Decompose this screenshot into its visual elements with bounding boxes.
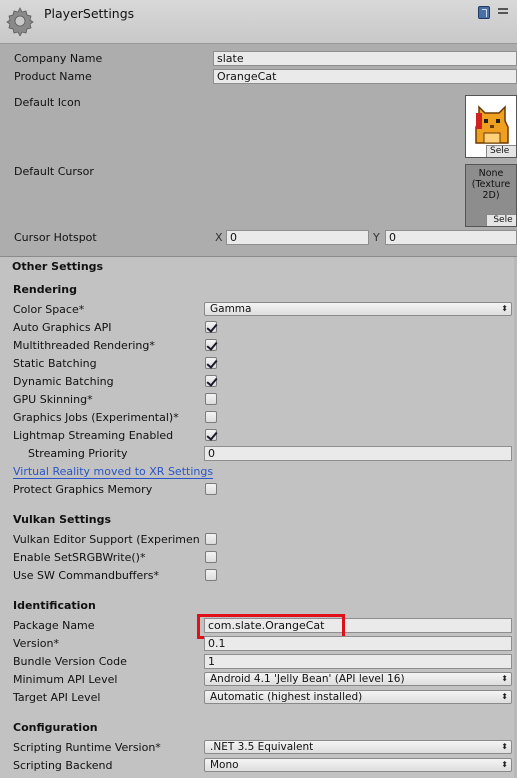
color-space-dropdown[interactable]: Gamma ⬍ xyxy=(204,302,512,316)
lightmap-streaming-label: Lightmap Streaming Enabled xyxy=(13,429,174,442)
version-field[interactable]: 0.1 xyxy=(204,636,512,651)
configuration-header: Configuration xyxy=(13,721,98,734)
chevron-updown-icon: ⬍ xyxy=(501,692,508,701)
vulkan-editor-support-checkbox[interactable] xyxy=(205,533,217,545)
settings-menu-icon[interactable] xyxy=(498,6,508,19)
page-title: PlayerSettings xyxy=(44,6,135,21)
hotspot-y-label: Y xyxy=(373,231,380,244)
gear-icon xyxy=(6,7,34,36)
company-name-label: Company Name xyxy=(14,52,103,65)
hotspot-x-field[interactable]: 0 xyxy=(226,230,369,245)
chevron-updown-icon: ⬍ xyxy=(501,304,508,313)
scripting-runtime-dropdown[interactable]: .NET 3.5 Equivalent ⬍ xyxy=(204,740,512,754)
package-name-label: Package Name xyxy=(13,619,95,632)
chevron-updown-icon: ⬍ xyxy=(501,760,508,769)
graphics-jobs-label: Graphics Jobs (Experimental)* xyxy=(13,411,179,424)
scripting-runtime-label: Scripting Runtime Version* xyxy=(13,741,161,754)
streaming-priority-label: Streaming Priority xyxy=(28,447,128,460)
version-label: Version* xyxy=(13,637,59,650)
cursor-select-button[interactable]: Sele xyxy=(486,214,516,226)
color-space-value: Gamma xyxy=(210,303,252,315)
auto-graphics-api-label: Auto Graphics API xyxy=(13,321,112,334)
rendering-header: Rendering xyxy=(13,283,77,296)
target-api-level-label: Target API Level xyxy=(13,691,101,704)
cursor-none-line1: None xyxy=(478,168,504,179)
default-cursor-label: Default Cursor xyxy=(14,165,94,178)
default-icon-slot[interactable]: Sele xyxy=(465,95,517,158)
default-icon-label: Default Icon xyxy=(14,96,81,109)
product-name-label: Product Name xyxy=(14,70,92,83)
default-cursor-slot[interactable]: None (Texture 2D) Sele xyxy=(465,164,517,227)
gpu-skinning-label: GPU Skinning* xyxy=(13,393,93,406)
enable-srgb-write-label: Enable SetSRGBWrite()* xyxy=(13,551,146,564)
cursor-none-line3: 2D) xyxy=(482,190,500,201)
company-name-field[interactable]: slate xyxy=(213,51,517,66)
minimum-api-level-value: Android 4.1 'Jelly Bean' (API level 16) xyxy=(210,673,405,685)
lightmap-streaming-checkbox[interactable] xyxy=(205,429,217,441)
auto-graphics-api-checkbox[interactable] xyxy=(205,321,217,333)
streaming-priority-field[interactable]: 0 xyxy=(204,446,512,461)
scripting-backend-value: Mono xyxy=(210,759,239,771)
identification-header: Identification xyxy=(13,599,96,612)
minimum-api-level-label: Minimum API Level xyxy=(13,673,118,686)
cursor-none-line2: (Texture xyxy=(471,179,511,190)
bundle-version-code-label: Bundle Version Code xyxy=(13,655,127,668)
cursor-hotspot-label: Cursor Hotspot xyxy=(14,231,97,244)
static-batching-label: Static Batching xyxy=(13,357,97,370)
target-api-level-value: Automatic (highest installed) xyxy=(210,691,363,703)
sw-commandbuffers-label: Use SW Commandbuffers* xyxy=(13,569,159,582)
static-batching-checkbox[interactable] xyxy=(205,357,217,369)
section-divider xyxy=(0,256,517,257)
dynamic-batching-checkbox[interactable] xyxy=(205,375,217,387)
scripting-backend-label: Scripting Backend xyxy=(13,759,113,772)
other-settings-header[interactable]: Other Settings xyxy=(12,260,103,273)
chevron-updown-icon: ⬍ xyxy=(501,742,508,751)
hotspot-y-field[interactable]: 0 xyxy=(385,230,517,245)
color-space-label: Color Space* xyxy=(13,303,85,316)
product-name-field[interactable]: OrangeCat xyxy=(213,69,517,84)
icon-select-button[interactable]: Sele xyxy=(486,145,516,157)
bundle-version-code-field[interactable]: 1 xyxy=(204,654,512,669)
protect-graphics-memory-checkbox[interactable] xyxy=(205,483,217,495)
dynamic-batching-label: Dynamic Batching xyxy=(13,375,114,388)
vulkan-settings-header: Vulkan Settings xyxy=(13,513,112,526)
scripting-runtime-value: .NET 3.5 Equivalent xyxy=(210,741,314,753)
enable-srgb-write-checkbox[interactable] xyxy=(205,551,217,563)
graphics-jobs-checkbox[interactable] xyxy=(205,411,217,423)
inspector-header: PlayerSettings xyxy=(0,0,517,44)
help-icon[interactable] xyxy=(478,6,490,19)
gpu-skinning-checkbox[interactable] xyxy=(205,393,217,405)
chevron-updown-icon: ⬍ xyxy=(501,674,508,683)
target-api-level-dropdown[interactable]: Automatic (highest installed) ⬍ xyxy=(204,690,512,704)
sw-commandbuffers-checkbox[interactable] xyxy=(205,569,217,581)
hotspot-x-label: X xyxy=(215,231,223,244)
vulkan-editor-support-label: Vulkan Editor Support (Experimen xyxy=(13,533,200,546)
protect-graphics-memory-label: Protect Graphics Memory xyxy=(13,483,153,496)
scripting-backend-dropdown[interactable]: Mono ⬍ xyxy=(204,758,512,772)
xr-settings-link[interactable]: Virtual Reality moved to XR Settings xyxy=(13,465,214,479)
multithreaded-rendering-label: Multithreaded Rendering* xyxy=(13,339,155,352)
minimum-api-level-dropdown[interactable]: Android 4.1 'Jelly Bean' (API level 16) … xyxy=(204,672,512,686)
multithreaded-rendering-checkbox[interactable] xyxy=(205,339,217,351)
